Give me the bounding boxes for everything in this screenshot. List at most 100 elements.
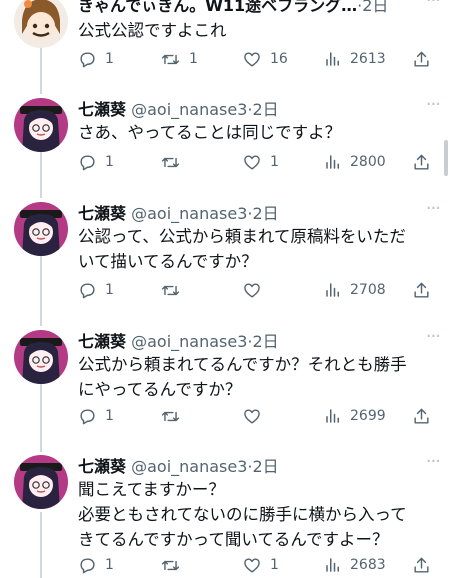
tweet-header: 七瀬葵 @aoi_nanase3·2日 (78, 204, 279, 223)
views-icon (326, 155, 339, 169)
more-options-icon[interactable]: ··· (426, 200, 441, 218)
share-button[interactable] (412, 278, 431, 302)
tweet-actions: 1 1 16 2613 (78, 47, 440, 71)
tweet-actions: 1 2708 (78, 278, 440, 302)
timestamp[interactable]: 2日 (362, 0, 388, 15)
retweet-count: 1 (189, 51, 198, 67)
reply-button[interactable]: 1 (78, 404, 114, 428)
views-icon (326, 283, 339, 297)
share-icon (414, 557, 429, 573)
views-count: 2708 (350, 282, 386, 298)
heart-icon (244, 154, 260, 170)
like-count: 1 (270, 557, 279, 573)
share-button[interactable] (412, 553, 431, 577)
views-button[interactable]: 2699 (324, 404, 386, 428)
user-handle[interactable]: @aoi_nanase3 (131, 457, 247, 476)
views-count: 2683 (350, 557, 386, 573)
retweet-button[interactable] (160, 404, 189, 428)
views-button[interactable]: 2683 (324, 553, 386, 577)
like-count: 1 (270, 154, 279, 170)
retweet-icon (161, 157, 180, 167)
retweet-button[interactable] (160, 553, 189, 577)
avatar[interactable] (14, 455, 68, 509)
tweet-text: さあ、やってることは同じですよ？ (78, 123, 342, 142)
timestamp[interactable]: 2日 (253, 457, 279, 476)
like-button[interactable] (242, 404, 270, 428)
share-icon (414, 51, 429, 67)
views-icon (326, 558, 339, 572)
views-count: 2800 (350, 154, 386, 170)
display-name[interactable]: きゃんでぃきん。W11途ベフラング… (78, 0, 357, 15)
avatar[interactable] (14, 0, 68, 48)
timestamp[interactable]: 2日 (253, 332, 279, 351)
reply-count: 1 (105, 282, 114, 298)
display-name[interactable]: 七瀬葵 (78, 204, 126, 223)
retweet-icon (161, 411, 180, 421)
tweet[interactable]: 七瀬葵 @aoi_nanase3·2日 ··· 公式から頼まれてるんですか？それ… (0, 328, 450, 446)
reply-button[interactable]: 1 (78, 150, 114, 174)
retweet-icon (161, 54, 180, 64)
like-button[interactable]: 16 (242, 47, 288, 71)
reply-icon (80, 282, 95, 298)
heart-icon (244, 51, 260, 67)
views-count: 2699 (350, 408, 386, 424)
reply-button[interactable]: 1 (78, 47, 114, 71)
tweet-actions: 1 2699 (78, 404, 440, 428)
timestamp[interactable]: 2日 (253, 100, 279, 119)
views-count: 2613 (350, 51, 386, 67)
heart-icon (244, 282, 260, 298)
tweet-actions: 1 1 2683 (78, 553, 440, 577)
reply-count: 1 (105, 557, 114, 573)
more-options-icon[interactable]: ··· (426, 453, 441, 471)
more-options-icon[interactable]: ··· (426, 96, 441, 114)
tweet-text: 公認って、公式から頼まれて原稿料をいただ いて描いてるんですか？ (78, 227, 406, 271)
views-button[interactable]: 2708 (324, 278, 386, 302)
user-handle[interactable]: @aoi_nanase3 (131, 332, 247, 351)
share-button[interactable] (412, 404, 431, 428)
reply-icon (80, 51, 95, 67)
share-button[interactable] (412, 150, 431, 174)
share-icon (414, 408, 429, 424)
tweet-actions: 1 1 2800 (78, 150, 440, 174)
tweet[interactable]: 七瀬葵 @aoi_nanase3·2日 ··· さあ、やってることは同じですよ？… (0, 96, 450, 190)
tweet[interactable]: 七瀬葵 @aoi_nanase3·2日 ··· 聞こえてますかー？ 必要ともされ… (0, 453, 450, 578)
reply-button[interactable]: 1 (78, 278, 114, 302)
reply-icon (80, 154, 95, 170)
user-handle[interactable]: @aoi_nanase3 (131, 100, 247, 119)
reply-icon (80, 557, 95, 573)
tweet[interactable]: きゃんでぃきん。W11途ベフラング…·2日 ··· 公式公認ですよこれ 1 1 … (0, 0, 450, 84)
tweet-header: きゃんでぃきん。W11途ベフラング…·2日 (78, 0, 436, 18)
tweet-header: 七瀬葵 @aoi_nanase3·2日 (78, 457, 279, 476)
retweet-button[interactable] (160, 150, 189, 174)
display-name[interactable]: 七瀬葵 (78, 100, 126, 119)
display-name[interactable]: 七瀬葵 (78, 457, 126, 476)
more-options-icon[interactable]: ··· (426, 328, 441, 346)
tweet-header: 七瀬葵 @aoi_nanase3·2日 (78, 100, 279, 119)
retweet-button[interactable] (160, 278, 189, 302)
views-button[interactable]: 2613 (324, 47, 386, 71)
like-button[interactable]: 1 (242, 553, 279, 577)
share-button[interactable] (412, 47, 431, 71)
avatar[interactable] (14, 202, 68, 256)
heart-icon (244, 408, 260, 424)
reply-icon (80, 408, 95, 424)
views-button[interactable]: 2800 (324, 150, 386, 174)
like-button[interactable] (242, 278, 270, 302)
reply-button[interactable]: 1 (78, 553, 114, 577)
avatar[interactable] (14, 98, 68, 152)
retweet-button[interactable]: 1 (160, 47, 198, 71)
more-options-icon[interactable]: ··· (426, 0, 441, 10)
like-button[interactable]: 1 (242, 150, 279, 174)
user-handle[interactable]: @aoi_nanase3 (131, 204, 247, 223)
tweet[interactable]: 七瀬葵 @aoi_nanase3·2日 ··· 公認って、公式から頼まれて原稿料… (0, 200, 450, 318)
reply-count: 1 (105, 408, 114, 424)
avatar[interactable] (14, 330, 68, 384)
retweet-icon (161, 285, 180, 295)
reply-count: 1 (105, 51, 114, 67)
reply-count: 1 (105, 154, 114, 170)
heart-icon (244, 557, 260, 573)
tweet-text: 聞こえてますかー？ 必要ともされてないのに勝手に横から入って きてるんですかって… (78, 480, 407, 549)
tweet-text: 公式から頼まれてるんですか？それとも勝手 にやってるんですか？ (78, 355, 407, 399)
display-name[interactable]: 七瀬葵 (78, 332, 126, 351)
timestamp[interactable]: 2日 (253, 204, 279, 223)
